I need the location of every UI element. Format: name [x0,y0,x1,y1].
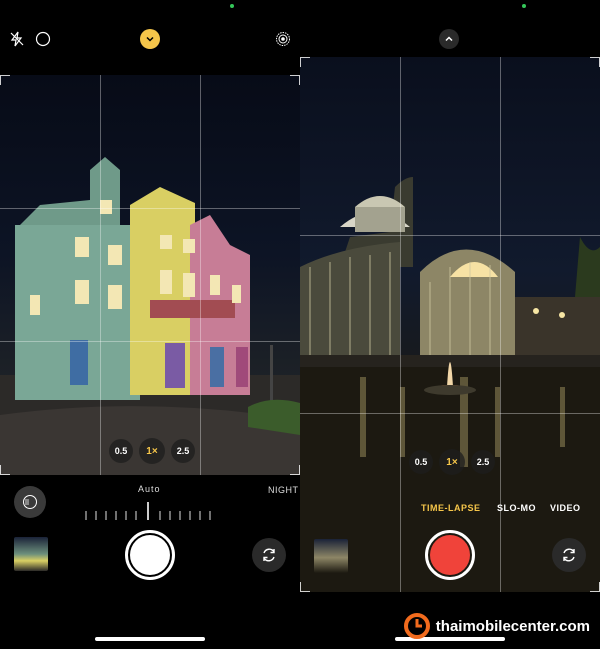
flip-camera-icon [263,548,275,562]
exposure-slider[interactable] [82,500,222,522]
zoom-2.5-button[interactable]: 2.5 [171,439,195,463]
record-button[interactable] [425,530,475,580]
photo-thumbnail[interactable] [14,537,48,571]
mode-video[interactable]: VIDEO [550,503,581,513]
watermark-text: thaimobilecenter.com [435,617,590,635]
scene-image [0,157,300,475]
night-mode-dial-icon [23,495,37,509]
zoom-0.5-button[interactable]: 0.5 [409,450,433,474]
watermark-logo-icon [403,613,430,639]
video-thumbnail[interactable] [314,539,348,573]
viewfinder[interactable]: 0.5 1× 2.5 TIME-LAPSE SLO-MO VIDEO [300,57,600,592]
zoom-selector: 0.5 1× 2.5 [109,438,195,464]
zoom-1x-button[interactable]: 1× [439,449,465,475]
flip-camera-button[interactable] [552,538,586,572]
flash-off-icon[interactable] [8,30,26,48]
flip-camera-button[interactable] [252,538,286,572]
night-mode-icon[interactable] [34,30,52,48]
chevron-up-icon[interactable] [439,29,459,49]
watermark: thaimobilecenter.com [403,613,590,639]
home-indicator [95,637,205,641]
mode-slo-mo[interactable]: SLO-MO [497,503,536,513]
zoom-0.5-button[interactable]: 0.5 [109,439,133,463]
mode-time-lapse[interactable]: TIME-LAPSE [421,503,481,513]
live-photo-icon[interactable] [274,30,292,48]
viewfinder[interactable]: 0.5 1× 2.5 [0,75,300,475]
camera-video-screen: 0.5 1× 2.5 TIME-LAPSE SLO-MO VIDEO [300,0,600,649]
shutter-button[interactable] [125,530,175,580]
status-indicator [522,4,526,8]
zoom-2.5-button[interactable]: 2.5 [471,450,495,474]
exposure-label: Auto [138,484,161,494]
camera-photo-screen: 0.5 1× 2.5 Auto NIGHT [0,0,300,649]
night-mode-toggle[interactable] [14,486,46,518]
flip-camera-icon [563,548,575,562]
zoom-selector: 0.5 1× 2.5 [409,449,495,475]
night-label: NIGHT [268,485,299,495]
status-indicator [230,4,234,8]
zoom-1x-button[interactable]: 1× [139,438,165,464]
chevron-down-icon[interactable] [140,29,160,49]
